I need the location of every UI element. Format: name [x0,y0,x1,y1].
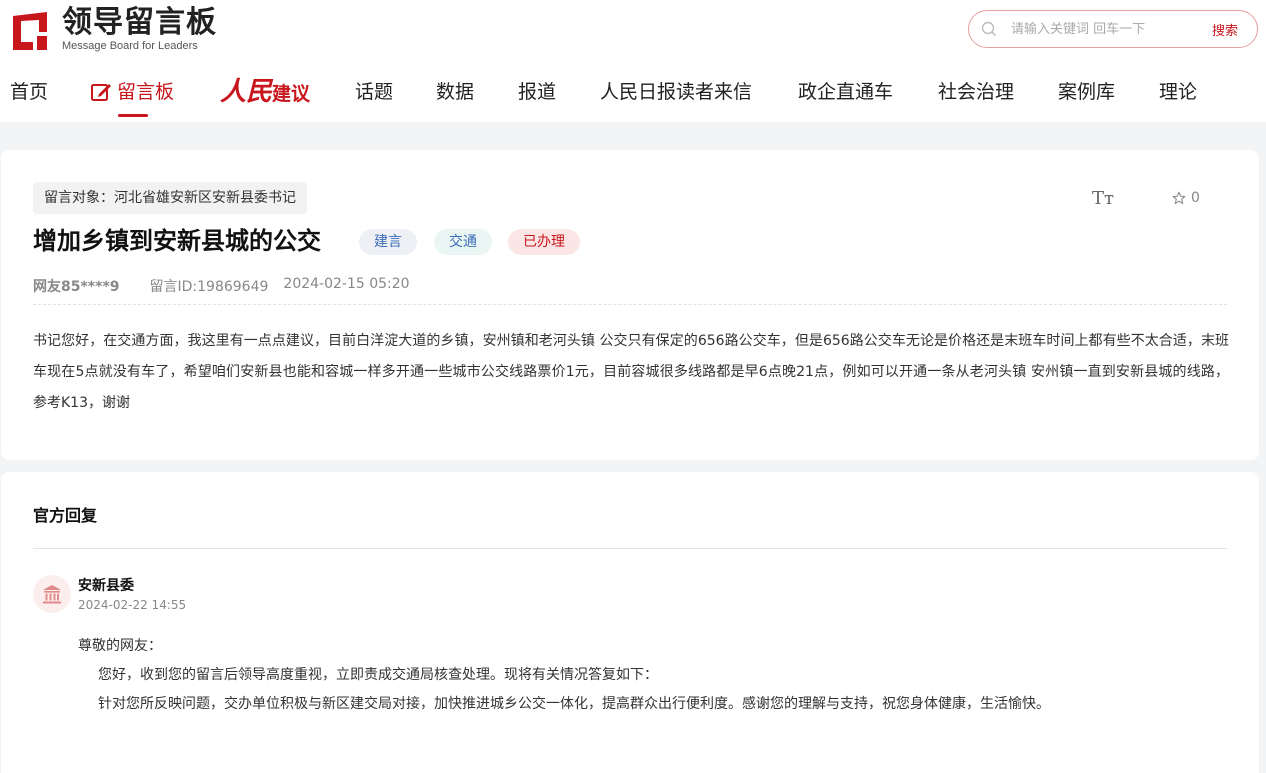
nav-reports[interactable]: 报道 [518,74,556,110]
reply-body: 尊敬的网友： 您好，收到您的留言后领导高度重视，立即责成交通局核查处理。现将有关… [78,632,1050,719]
logo-subtitle: Message Board for Leaders [62,40,198,52]
avatar [33,575,71,613]
reply-card [1,472,1259,773]
replier-name: 安新县委 [78,578,134,594]
search-input[interactable] [1011,21,1196,37]
search-box: 搜索 [968,10,1258,48]
nav-message-board-label: 留言板 [117,81,175,103]
reply-paragraph: 针对您所反映问题，交办单位积极与新区建交局对接，加快推进城乡公交一体化，提高群众… [98,696,1050,712]
nav-people-suggestions[interactable]: 人民建议 [220,74,310,112]
reply-heading: 官方回复 [33,506,98,525]
nav-home[interactable]: 首页 [10,74,48,110]
favorite-count: 0 [1191,190,1200,206]
main-nav: 首页 留言板 人民建议 话题 数据 报道 人民日报读者来信 政企直通车 社会治理… [0,74,1266,114]
nav-readers-letters[interactable]: 人民日报读者来信 [600,74,752,110]
favorite-button[interactable]: 0 [1172,190,1200,206]
nav-social-governance[interactable]: 社会治理 [938,74,1014,110]
people-script-logo: 人民 [220,77,273,107]
nav-active-indicator [118,114,148,117]
divider [33,548,1227,549]
message-time: 2024-02-15 05:20 [283,276,410,292]
message-meta: 网友85****9 留言ID:19869649 2024-02-15 05:20 [33,276,410,296]
government-building-icon [43,585,61,604]
site-logo[interactable]: 领导留言板 Message Board for Leaders [10,6,217,52]
divider [33,304,1227,305]
logo-title: 领导留言板 [62,5,217,40]
message-content: 书记您好，在交通方面，我这里有一点点建议，目前白洋淀大道的乡镇，安州镇和老河头镇… [33,333,1229,411]
message-title: 增加乡镇到安新县城的公交 [33,227,321,255]
reply-time: 2024-02-22 14:55 [78,598,187,612]
nav-case-library[interactable]: 案例库 [1058,74,1115,110]
nav-people-suggestions-label: 建议 [272,83,311,105]
font-size-icon[interactable]: Tт [1092,188,1114,209]
message-id: 留言ID:19869649 [149,279,269,295]
message-target: 留言对象：河北省雄安新区安新县委书记 [33,182,307,214]
search-icon [981,21,996,36]
nav-message-board[interactable]: 留言板 [90,74,174,110]
logo-mark-icon [10,10,52,52]
message-author: 网友85****9 [33,279,120,295]
nav-theory[interactable]: 理论 [1159,74,1197,110]
nav-data[interactable]: 数据 [436,74,474,110]
status-badge: 已办理 [508,229,580,255]
star-icon [1172,191,1186,205]
nav-gov-enterprise[interactable]: 政企直通车 [798,74,893,110]
reply-greeting: 尊敬的网友： [78,638,162,654]
nav-topics[interactable]: 话题 [355,74,393,110]
search-button[interactable]: 搜索 [1212,20,1238,39]
reply-paragraph: 您好，收到您的留言后领导高度重视，立即责成交通局核查处理。现将有关情况答复如下： [98,667,658,683]
tag-suggestion[interactable]: 建言 [359,229,417,255]
tag-transport[interactable]: 交通 [434,229,492,255]
edit-icon [91,84,111,101]
